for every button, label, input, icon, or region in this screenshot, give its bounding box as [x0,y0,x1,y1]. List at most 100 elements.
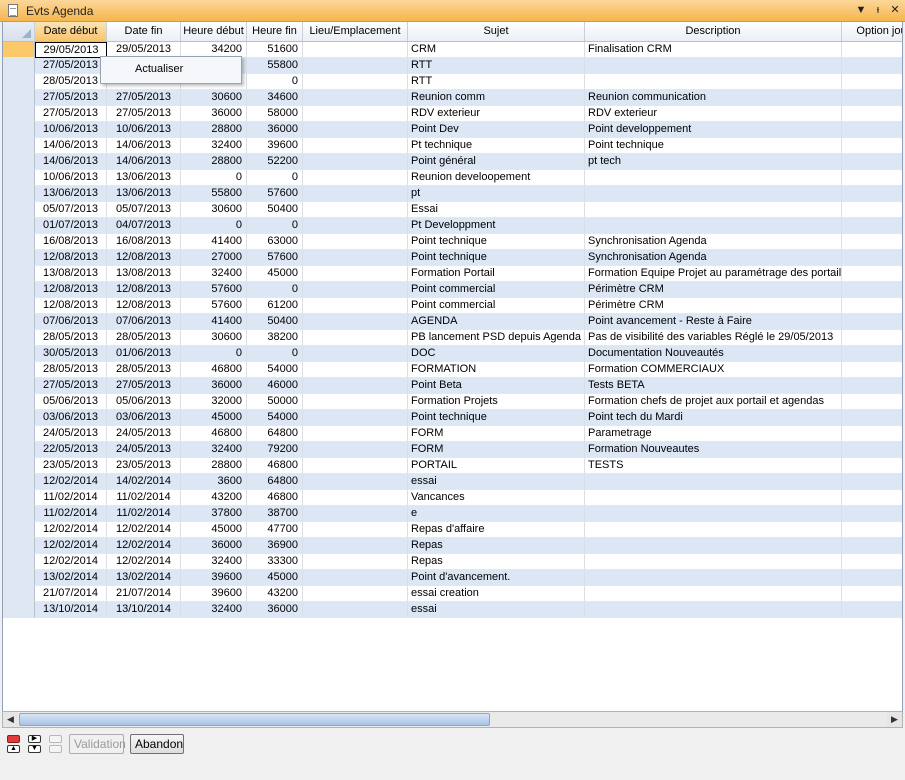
table-row[interactable]: 16/08/2013 16/08/2013 41400 63000 Point tech… [3,234,902,250]
row-indicator[interactable] [3,362,35,378]
table-cell[interactable] [303,410,408,426]
table-cell[interactable]: Parametrage [585,426,842,442]
table-cell[interactable]: Reunion develoopement [408,170,585,186]
row-indicator[interactable] [3,282,35,298]
table-cell[interactable]: 45000 [247,570,303,586]
column-header[interactable]: Sujet [408,22,585,41]
table-cell[interactable]: 12/08/2013 [107,282,181,298]
table-cell[interactable]: 57600 [181,282,247,298]
table-cell[interactable] [842,378,902,394]
duplicate-record-icon[interactable] [49,745,62,753]
table-row[interactable]: 12/08/2013 12/08/2013 57600 61200 Point comm… [3,298,902,314]
table-cell[interactable]: PORTAIL [408,458,585,474]
table-cell[interactable] [303,154,408,170]
row-indicator[interactable] [3,410,35,426]
table-cell[interactable]: 46800 [247,490,303,506]
table-cell[interactable] [842,314,902,330]
row-indicator[interactable] [3,570,35,586]
row-indicator[interactable] [3,90,35,106]
table-cell[interactable] [303,378,408,394]
table-cell[interactable]: 30600 [181,202,247,218]
table-cell[interactable]: 10/06/2013 [35,170,107,186]
table-cell[interactable]: FORM [408,426,585,442]
agenda-grid[interactable]: Date début Date fin Heure début Heure fin Li… [2,22,903,712]
pin-icon[interactable]: ᵻ [871,3,885,17]
table-row[interactable]: 13/06/2013 13/06/2013 55800 57600 pt [3,186,902,202]
table-cell[interactable]: 13/10/2014 [35,602,107,618]
table-cell[interactable]: 03/06/2013 [35,410,107,426]
table-cell[interactable]: Synchronisation Agenda [585,250,842,266]
table-row[interactable]: 13/08/2013 13/08/2013 32400 45000 Formation … [3,266,902,282]
row-indicator[interactable] [3,426,35,442]
table-cell[interactable] [303,346,408,362]
table-cell[interactable]: Pt technique [408,138,585,154]
column-header[interactable]: Date début [35,22,107,41]
table-cell[interactable]: 16/08/2013 [35,234,107,250]
table-cell[interactable]: 01/06/2013 [107,346,181,362]
table-cell[interactable] [303,570,408,586]
table-row[interactable]: 12/02/2014 12/02/2014 36000 36900 Repas [3,538,902,554]
table-row[interactable]: 05/06/2013 05/06/2013 32000 50000 Formation … [3,394,902,410]
table-cell[interactable] [303,170,408,186]
table-row[interactable]: 30/05/2013 01/06/2013 0 0 DOC Documentation N… [3,346,902,362]
table-cell[interactable]: Formation Projets [408,394,585,410]
table-cell[interactable]: 05/06/2013 [35,394,107,410]
table-cell[interactable]: CRM [408,42,585,58]
row-indicator[interactable] [3,186,35,202]
table-cell[interactable]: 51600 [247,42,303,58]
table-cell[interactable]: 28/05/2013 [35,330,107,346]
move-down-icon[interactable]: ▼ [28,745,41,753]
table-cell[interactable]: RTT [408,58,585,74]
table-cell[interactable]: 36000 [181,378,247,394]
table-cell[interactable]: Point général [408,154,585,170]
table-cell[interactable]: 46800 [247,458,303,474]
table-cell[interactable] [585,586,842,602]
table-row[interactable]: 24/05/2013 24/05/2013 46800 64800 FORM Parame… [3,426,902,442]
table-cell[interactable]: 50400 [247,314,303,330]
table-cell[interactable]: 32400 [181,266,247,282]
table-cell[interactable]: Point commercial [408,282,585,298]
table-cell[interactable] [303,426,408,442]
table-cell[interactable]: 55800 [247,58,303,74]
table-cell[interactable]: Point Beta [408,378,585,394]
table-cell[interactable]: 12/02/2014 [107,554,181,570]
table-cell[interactable]: 63000 [247,234,303,250]
table-cell[interactable]: Pas de visibilité des variables Réglé le… [585,330,842,346]
table-cell[interactable]: pt [408,186,585,202]
column-header[interactable]: Option jou [842,22,902,41]
table-cell[interactable]: Point tech du Mardi [585,410,842,426]
table-cell[interactable] [585,218,842,234]
scroll-right-icon[interactable]: ▶ [887,712,902,727]
table-cell[interactable]: 0 [247,346,303,362]
table-cell[interactable] [842,266,902,282]
table-cell[interactable]: Formation COMMERCIAUX [585,362,842,378]
table-cell[interactable]: 43200 [181,490,247,506]
table-cell[interactable]: Point d'avancement. [408,570,585,586]
insert-record-icon[interactable] [49,735,62,743]
validation-button[interactable]: Validation [69,734,126,754]
table-cell[interactable]: 32400 [181,442,247,458]
table-cell[interactable]: 28800 [181,458,247,474]
table-cell[interactable]: e [408,506,585,522]
table-row[interactable]: 12/02/2014 12/02/2014 45000 47700 Repas d'af… [3,522,902,538]
table-row[interactable]: 14/06/2013 14/06/2013 32400 39600 Pt techniq… [3,138,902,154]
table-cell[interactable]: Pt Developpment [408,218,585,234]
row-indicator[interactable] [3,490,35,506]
row-indicator[interactable] [3,506,35,522]
table-cell[interactable]: 57600 [247,186,303,202]
table-cell[interactable]: 0 [247,170,303,186]
table-cell[interactable] [303,186,408,202]
table-row[interactable]: 11/02/2014 11/02/2014 43200 46800 Vancances [3,490,902,506]
row-indicator[interactable] [3,218,35,234]
table-cell[interactable] [303,506,408,522]
row-indicator[interactable] [3,266,35,282]
table-cell[interactable] [303,490,408,506]
table-cell[interactable] [842,458,902,474]
table-cell[interactable]: 38700 [247,506,303,522]
table-cell[interactable]: 12/08/2013 [35,282,107,298]
table-cell[interactable]: 36900 [247,538,303,554]
table-cell[interactable]: 32000 [181,394,247,410]
table-cell[interactable]: 54000 [247,362,303,378]
table-row[interactable]: 27/05/2013 27/05/2013 36000 46000 Point Beta… [3,378,902,394]
table-cell[interactable]: 36000 [181,106,247,122]
